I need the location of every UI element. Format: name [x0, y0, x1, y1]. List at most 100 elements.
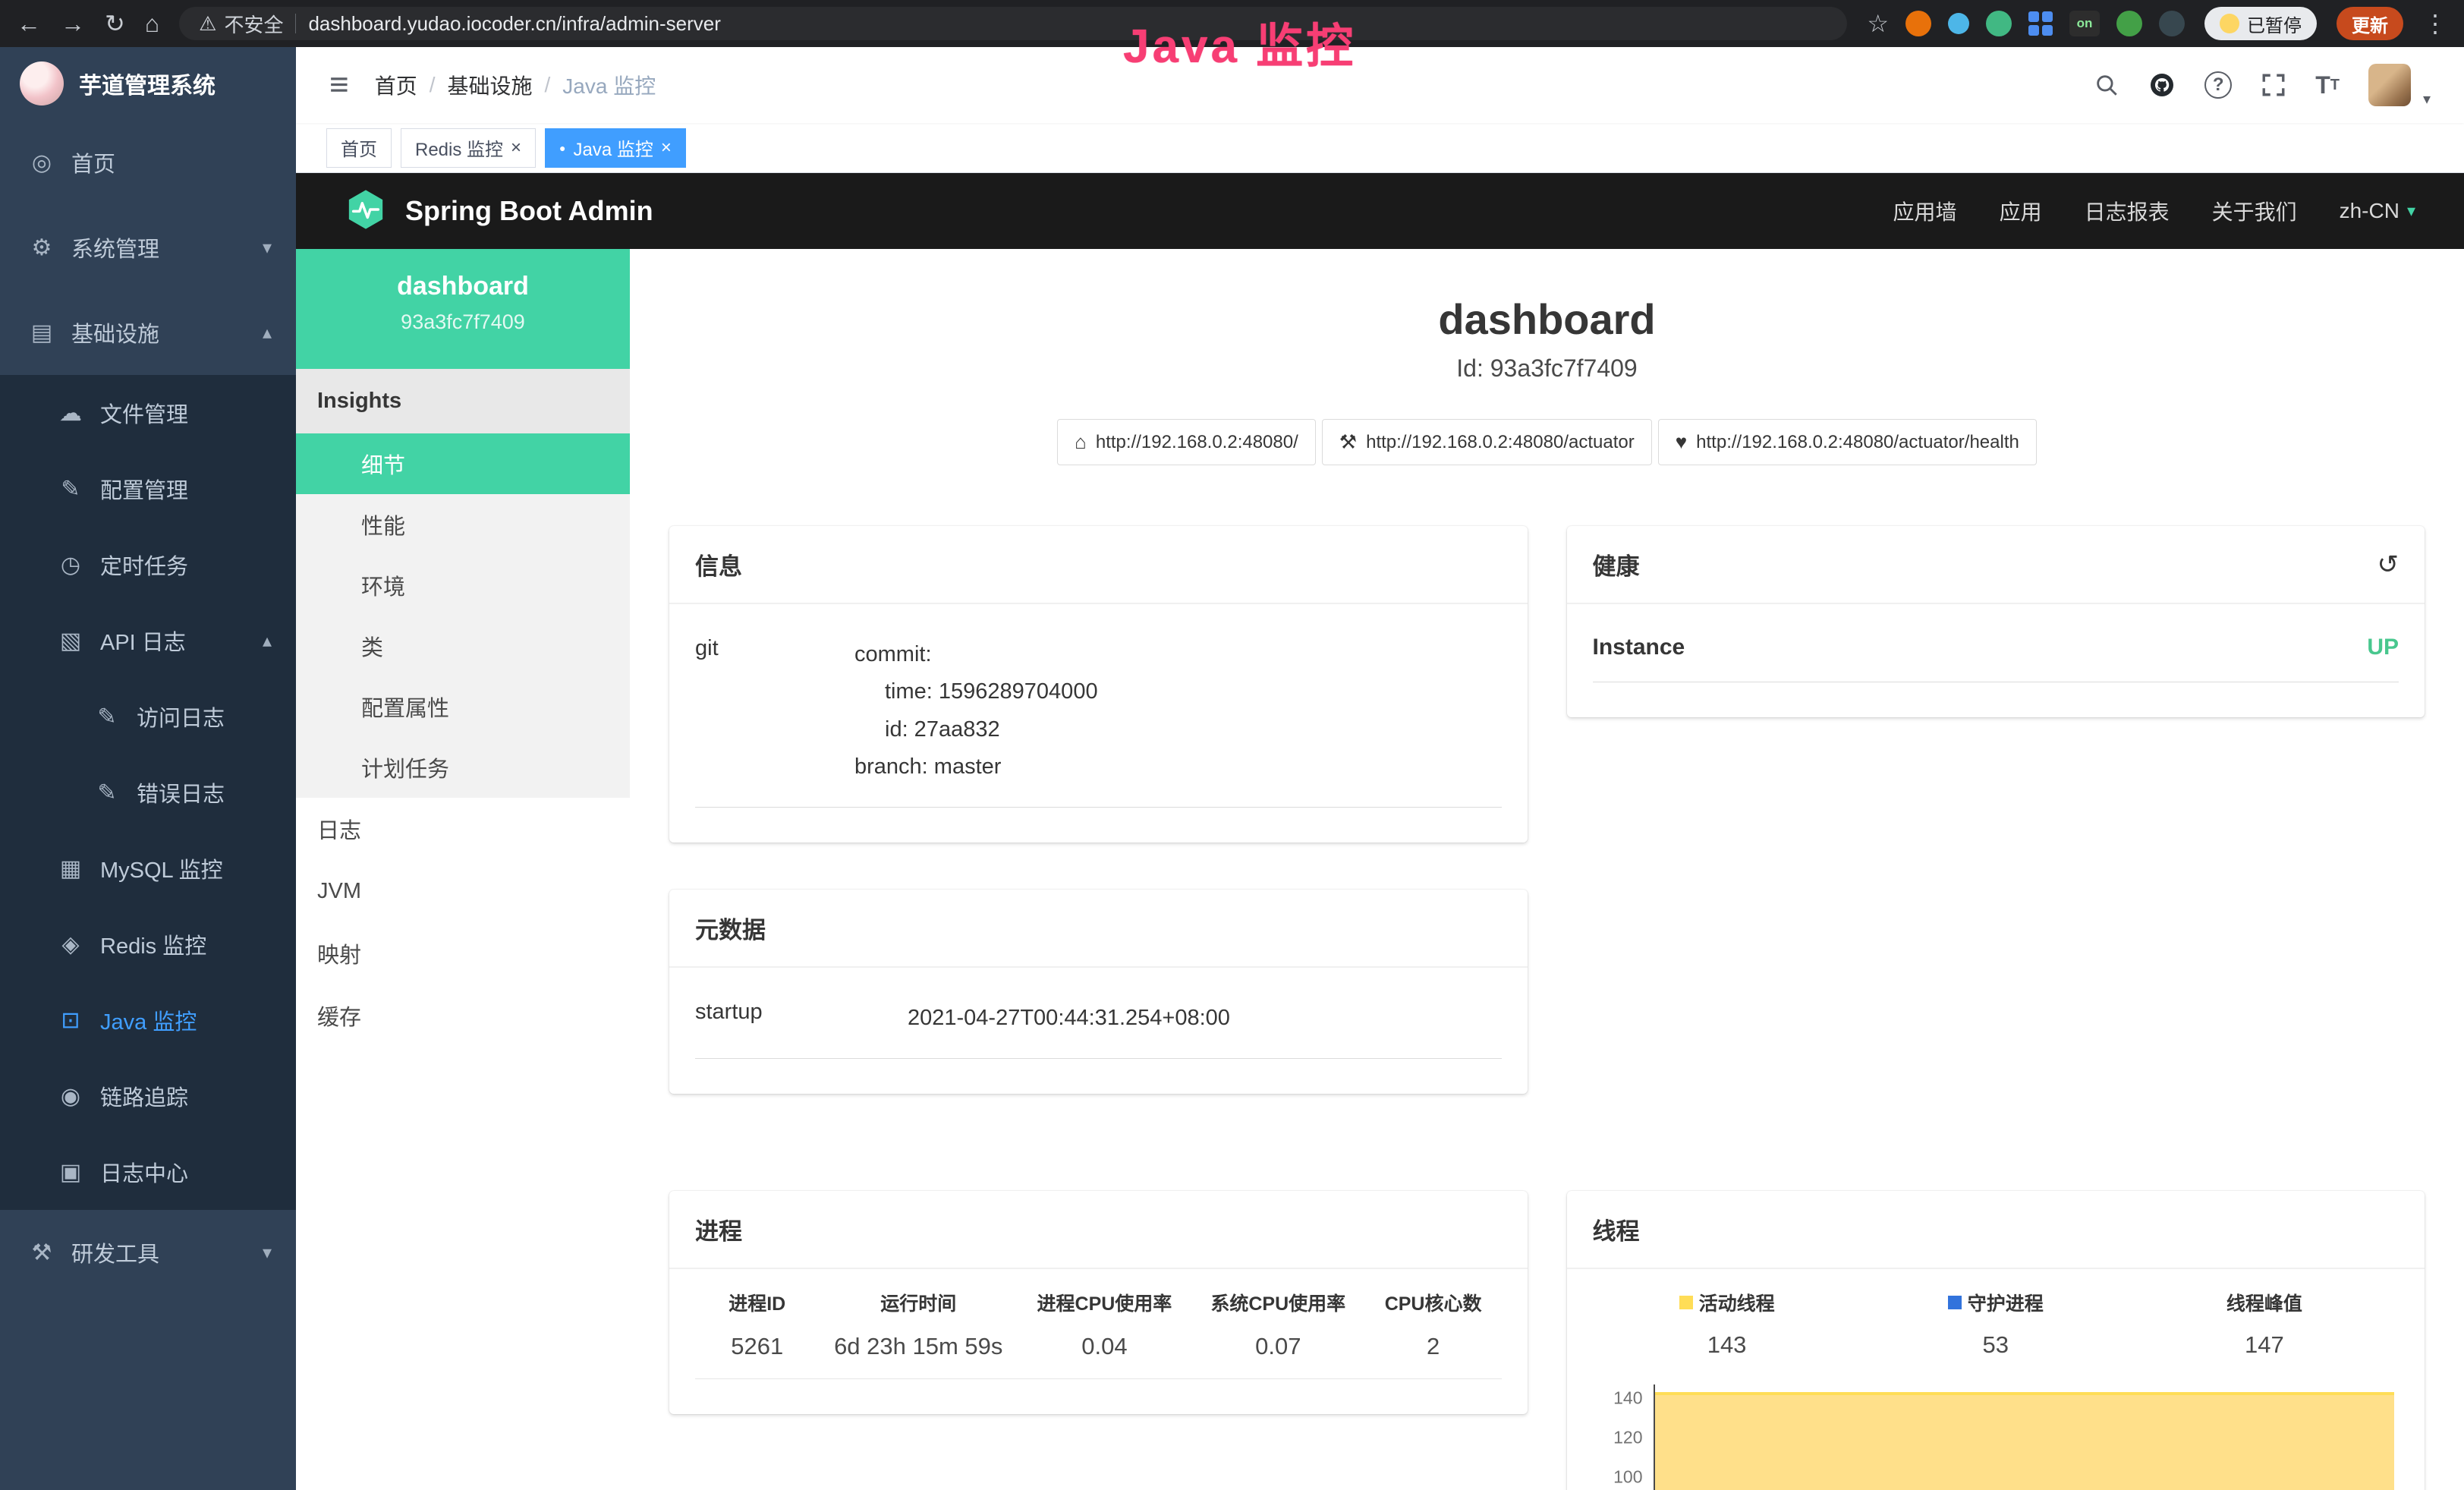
- warning-icon: ⚠: [199, 12, 216, 36]
- sidebar-item-infra[interactable]: ▤ 基础设施 ▴: [0, 290, 296, 375]
- process-table: 进程ID 运行时间 进程CPU使用率 系统CPU使用率 CPU核心数 5261 …: [695, 1289, 1502, 1379]
- extension-vue-devtools-icon[interactable]: [1986, 11, 2012, 36]
- forward-icon[interactable]: →: [61, 11, 85, 36]
- api-log-icon: ▧: [55, 628, 87, 654]
- search-icon[interactable]: [2094, 72, 2119, 98]
- info-card: 信息 git commit: time: 1596289704000 id: 2…: [669, 526, 1528, 843]
- service-url-button[interactable]: ⌂ http://192.168.0.2:48080/: [1057, 419, 1316, 465]
- security-chip[interactable]: ⚠ 不安全: [199, 10, 283, 38]
- sidebar-item-access-log[interactable]: ✎ 访问日志: [0, 679, 296, 754]
- cards-grid: 信息 git commit: time: 1596289704000 id: 2…: [669, 526, 2425, 1490]
- sidebar-item-devtools[interactable]: ⚒ 研发工具 ▾: [0, 1210, 296, 1295]
- sidebar-item-file-manage[interactable]: ☁ 文件管理: [0, 375, 296, 451]
- header-actions: ? TT ▾: [2094, 62, 2431, 109]
- sba-menu-details[interactable]: 细节: [296, 433, 630, 494]
- sba-menu-metrics[interactable]: 性能: [296, 494, 630, 555]
- info-row-value: commit: time: 1596289704000 id: 27aa832 …: [854, 636, 1098, 786]
- extension-on-badge-icon[interactable]: on: [2069, 11, 2100, 36]
- info-card-header: 信息: [669, 526, 1528, 604]
- sidebar-item-error-log[interactable]: ✎ 错误日志: [0, 754, 296, 830]
- info-card-body: git commit: time: 1596289704000 id: 27aa…: [669, 604, 1528, 843]
- health-url-button[interactable]: ♥ http://192.168.0.2:48080/actuator/heal…: [1658, 419, 2037, 465]
- sba-menu-scheduled-tasks[interactable]: 计划任务: [296, 737, 630, 798]
- breadcrumb-home[interactable]: 首页: [375, 70, 417, 100]
- sba-menu-beans[interactable]: 类: [296, 616, 630, 676]
- instance-title: dashboard: [669, 295, 2425, 344]
- gear-icon: ⚙: [26, 235, 58, 261]
- chevron-down-icon: ▾: [2407, 201, 2415, 221]
- sidebar-item-redis-monitor[interactable]: ◈ Redis 监控: [0, 906, 296, 982]
- sba-menu-jvm[interactable]: JVM: [296, 860, 630, 922]
- sidebar-item-config-manage[interactable]: ✎ 配置管理: [0, 451, 296, 527]
- sidebar-item-label: API 日志: [100, 625, 186, 657]
- card-title: 健康: [1593, 547, 1640, 581]
- sba-menu-config-props[interactable]: 配置属性: [296, 676, 630, 737]
- extension-dark-icon[interactable]: [2159, 11, 2185, 36]
- sidebar-item-system[interactable]: ⚙ 系统管理 ▾: [0, 205, 296, 290]
- sba-main: dashboard Id: 93a3fc7f7409 ⌂ http://192.…: [630, 249, 2464, 1490]
- sba-menu-mappings[interactable]: 映射: [296, 922, 630, 984]
- profile-paused-chip[interactable]: 已暂停: [2204, 7, 2317, 40]
- home-link-icon: ⌂: [1075, 430, 1087, 454]
- info-row-git: git commit: time: 1596289704000 id: 27aa…: [695, 624, 1502, 808]
- sba-sidebar: dashboard 93a3fc7f7409 Insights 细节 性能 环境…: [296, 249, 630, 1490]
- sba-brand-link[interactable]: Spring Boot Admin: [345, 188, 653, 235]
- browser-home-icon[interactable]: ⌂: [145, 11, 159, 36]
- sidebar-item-java-monitor[interactable]: ⊡ Java 监控: [0, 982, 296, 1058]
- fullscreen-icon[interactable]: [2261, 72, 2286, 98]
- browser-menu-icon[interactable]: ⋮: [2423, 11, 2447, 36]
- tab-home[interactable]: 首页: [326, 128, 392, 168]
- sba-instance-header[interactable]: dashboard 93a3fc7f7409: [296, 249, 630, 369]
- extension-drop-icon[interactable]: [1948, 13, 1969, 34]
- card-title: 信息: [695, 547, 742, 581]
- legend-live-value: 143: [1593, 1331, 1861, 1359]
- back-icon[interactable]: ←: [17, 11, 41, 36]
- sba-menu-caches[interactable]: 缓存: [296, 984, 630, 1047]
- sidebar-item-mysql-monitor[interactable]: ▦ MySQL 监控: [0, 830, 296, 906]
- tab-redis-monitor[interactable]: Redis 监控 ×: [401, 128, 536, 168]
- browser-update-button[interactable]: 更新: [2337, 7, 2403, 40]
- process-card: 进程 进程ID 运行时间 进程CPU使用率 系统CPU使用率 CPU核心数 52…: [669, 1191, 1528, 1414]
- actuator-url-button[interactable]: ⚒ http://192.168.0.2:48080/actuator: [1322, 419, 1652, 465]
- sidebar-item-trace[interactable]: ◉ 链路追踪: [0, 1058, 296, 1134]
- instance-id: 93a3fc7f7409: [296, 310, 630, 334]
- locale-label: zh-CN: [2340, 199, 2399, 223]
- bookmark-star-icon[interactable]: ☆: [1867, 11, 1889, 36]
- legend-label: 守护进程: [1968, 1289, 2044, 1316]
- sidebar-item-api-log[interactable]: ▧ API 日志 ▴: [0, 603, 296, 679]
- sidebar-item-scheduled-jobs[interactable]: ◷ 定时任务: [0, 527, 296, 603]
- sba-nav-journal[interactable]: 日志报表: [2085, 196, 2170, 226]
- user-avatar[interactable]: [2368, 64, 2411, 106]
- sidebar-item-home[interactable]: ◎ 首页: [0, 120, 296, 205]
- sidebar-item-label: 日志中心: [100, 1156, 188, 1188]
- sba-menu-loggers[interactable]: 日志: [296, 798, 630, 860]
- sba-nav-wallboard[interactable]: 应用墙: [1893, 196, 1957, 226]
- extension-leaf-icon[interactable]: [2116, 11, 2142, 36]
- process-header-sys-cpu: 系统CPU使用率: [1191, 1289, 1365, 1316]
- process-value-sys-cpu: 0.07: [1191, 1333, 1365, 1360]
- tab-java-monitor[interactable]: ● Java 监控 ×: [545, 128, 686, 168]
- sba-menu-environment[interactable]: 环境: [296, 555, 630, 616]
- font-size-icon[interactable]: TT: [2315, 71, 2340, 99]
- history-icon[interactable]: ↺: [2377, 552, 2399, 578]
- extension-grid-icon[interactable]: [2028, 11, 2053, 36]
- sba-locale-select[interactable]: zh-CN ▾: [2340, 199, 2415, 223]
- legend-peak-value: 147: [2130, 1331, 2399, 1359]
- close-icon[interactable]: ×: [511, 137, 521, 159]
- app-sidebar: 芋道管理系统 ◎ 首页 ⚙ 系统管理 ▾ ▤ 基础设施 ▴ ☁ 文件管理 ✎ 配…: [0, 47, 296, 1490]
- address-bar[interactable]: ⚠ 不安全 dashboard.yudao.iocoder.cn/infra/a…: [179, 7, 1847, 40]
- sba-nav-about[interactable]: 关于我们: [2212, 196, 2297, 226]
- tab-label: 首页: [341, 134, 377, 161]
- tags-view-bar: 首页 Redis 监控 × ● Java 监控 ×: [296, 123, 2464, 173]
- sidebar-item-log-center[interactable]: ▣ 日志中心: [0, 1134, 296, 1210]
- help-icon[interactable]: ?: [2204, 71, 2232, 99]
- sba-nav-applications[interactable]: 应用: [2000, 196, 2042, 226]
- sidebar-item-label: Redis 监控: [100, 928, 206, 960]
- extension-orange-icon[interactable]: [1905, 11, 1931, 36]
- hamburger-icon[interactable]: ≡: [329, 66, 349, 104]
- github-icon[interactable]: [2148, 71, 2176, 99]
- breadcrumb-infra[interactable]: 基础设施: [447, 70, 532, 100]
- close-icon[interactable]: ×: [661, 137, 672, 159]
- reload-icon[interactable]: ↻: [105, 11, 125, 36]
- sidebar-item-label: 研发工具: [71, 1236, 159, 1268]
